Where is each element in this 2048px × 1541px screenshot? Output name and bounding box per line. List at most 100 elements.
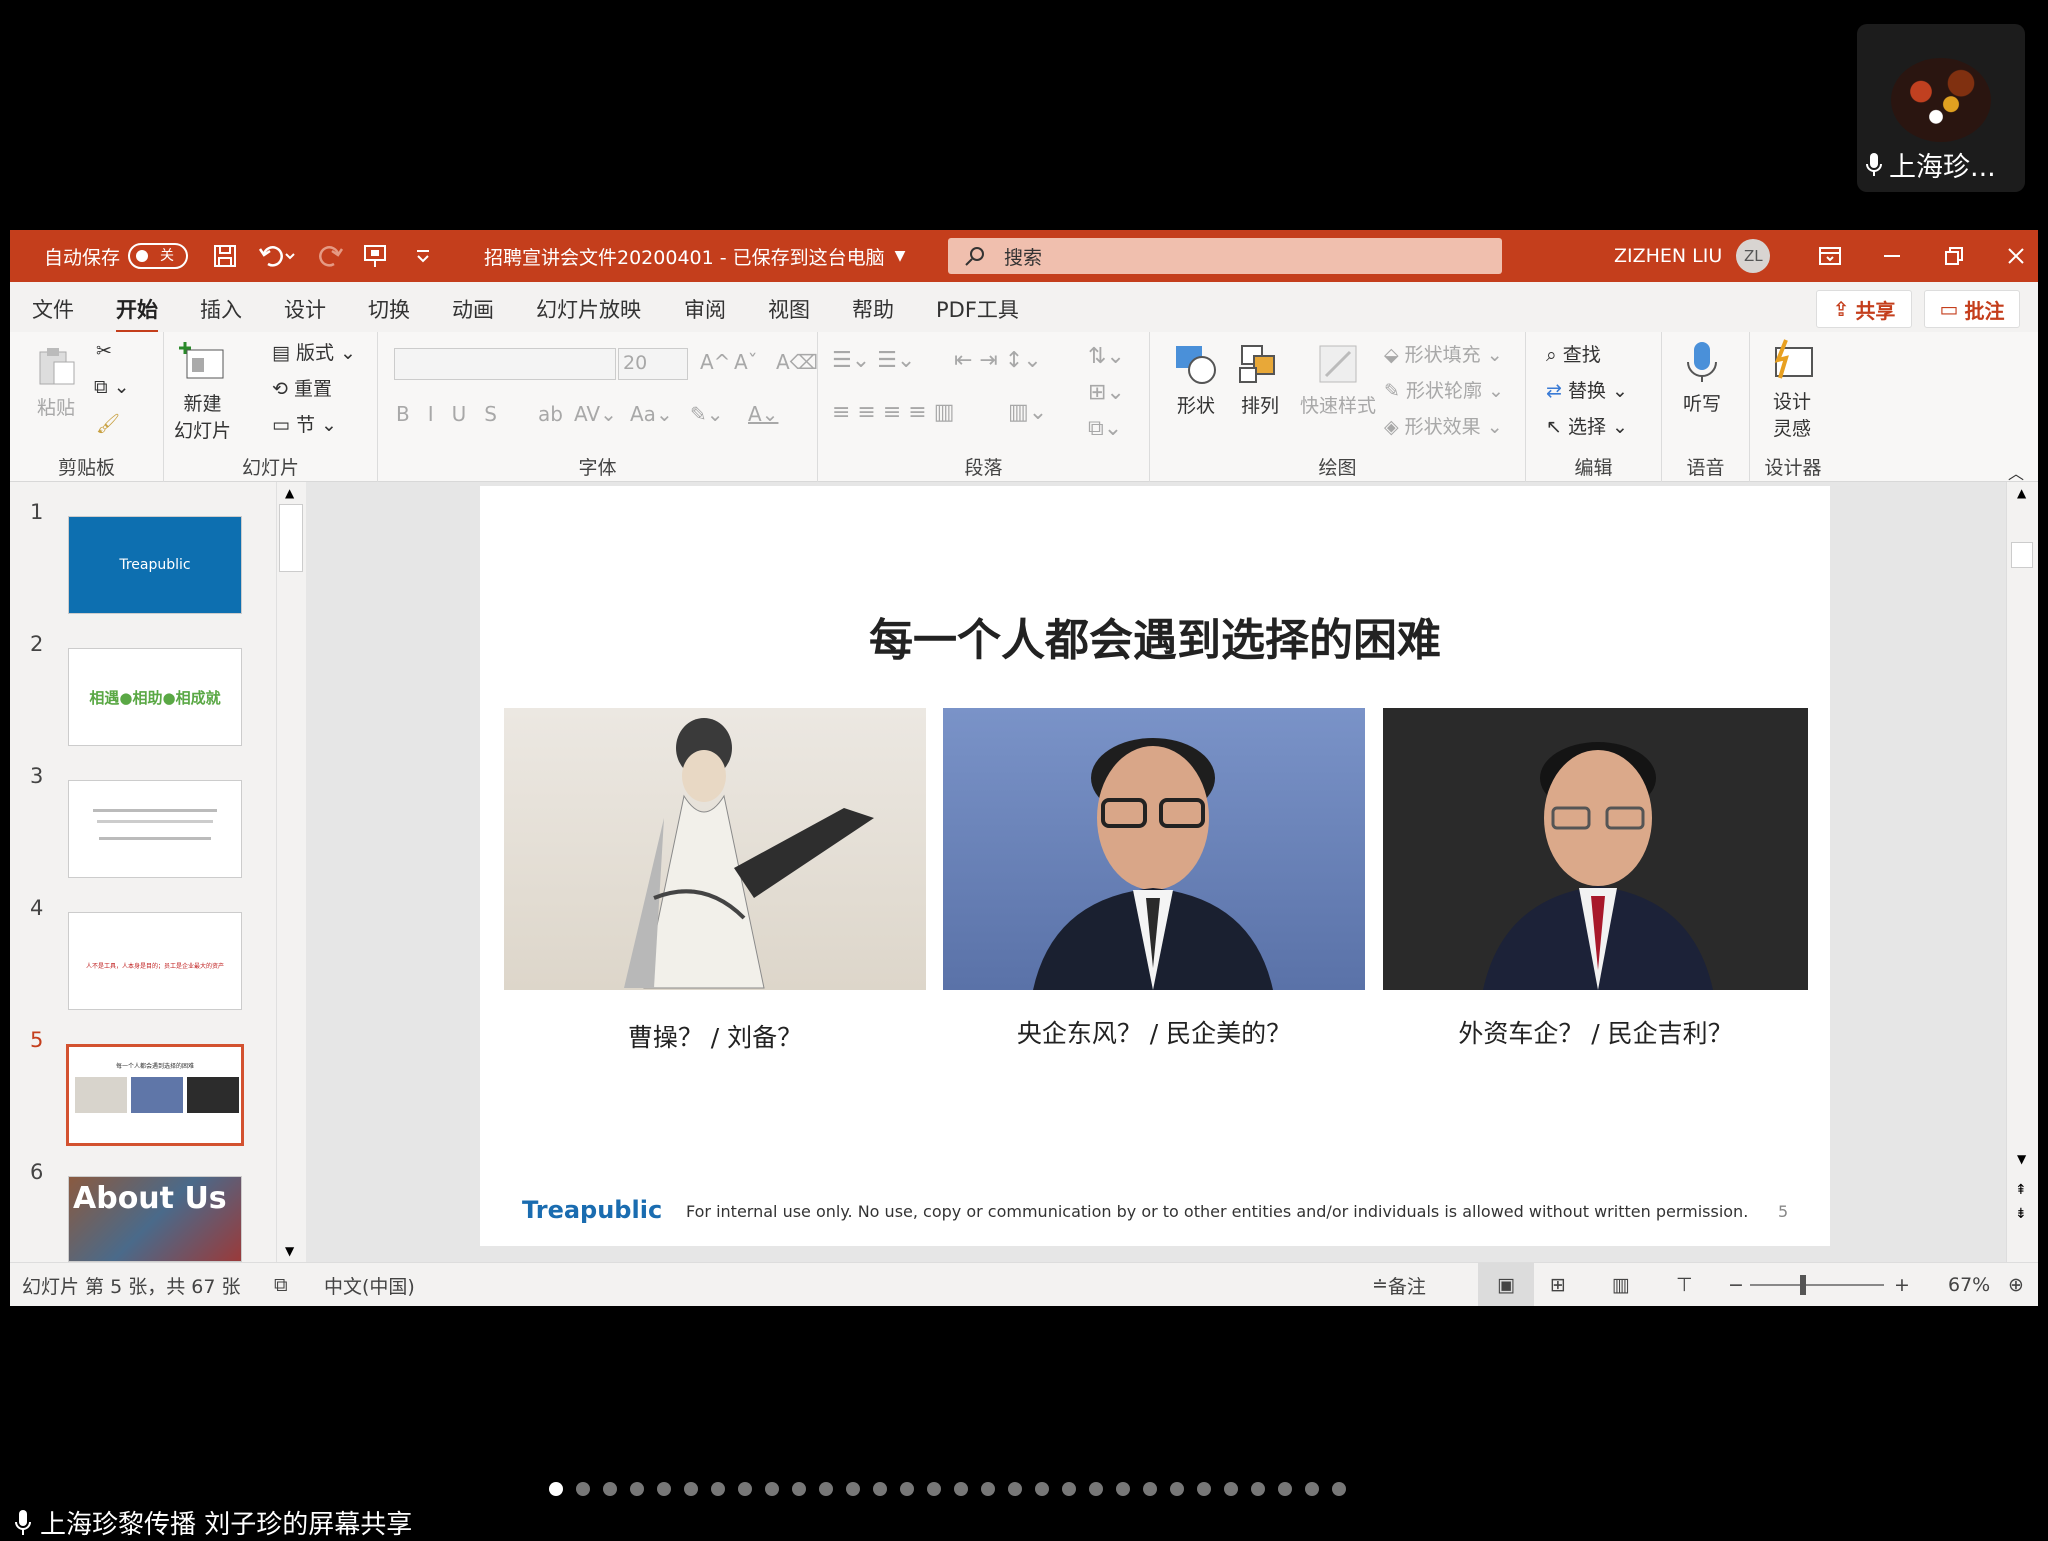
paste-button[interactable]: 粘贴 (34, 344, 78, 420)
page-dot[interactable] (819, 1482, 833, 1496)
scrollbar-thumb[interactable] (2011, 542, 2033, 568)
scroll-down-icon[interactable]: ▼ (285, 1244, 294, 1258)
businessman-photo-2[interactable] (1383, 708, 1808, 990)
scroll-down-icon[interactable]: ▼ (2017, 1152, 2026, 1166)
zoom-thumb[interactable] (1800, 1275, 1806, 1295)
tab-file[interactable]: 文件 (32, 294, 74, 324)
section-button[interactable]: ▭ 节 ⌄ (272, 410, 337, 437)
page-dot[interactable] (1143, 1482, 1157, 1496)
file-title[interactable]: 招聘宣讲会文件20200401 - 已保存到这台电脑 ▼ (484, 230, 905, 282)
tab-help[interactable]: 帮助 (852, 294, 894, 324)
shapes-button[interactable]: 形状 (1172, 342, 1220, 418)
participant-tile[interactable]: 上海珍... (1857, 24, 2025, 192)
reset-button[interactable]: ⟲ 重置 (272, 374, 332, 401)
quick-styles-button[interactable]: 快速样式 (1300, 342, 1376, 418)
normal-view-icon[interactable]: ▣ (1478, 1263, 1534, 1306)
caption-2[interactable]: 央企东风？ / 民企美的？ (943, 1014, 1365, 1050)
thumbnails-scrollbar[interactable]: ▲ ▼ (276, 482, 306, 1262)
find-button[interactable]: ⌕ 查找 (1546, 340, 1601, 367)
copy-icon[interactable]: ⧉ ⌄ (94, 376, 130, 398)
page-dot[interactable] (657, 1482, 671, 1496)
page-dot[interactable] (1224, 1482, 1238, 1496)
accessibility-icon[interactable]: ⧉ (274, 1263, 288, 1306)
design-ideas-button[interactable]: 设计 灵感 (1768, 338, 1816, 441)
present-icon[interactable] (362, 230, 388, 282)
page-dot[interactable] (792, 1482, 806, 1496)
replace-button[interactable]: ⇄ 替换 ⌄ (1546, 376, 1628, 403)
language-indicator[interactable]: 中文(中国) (324, 1263, 415, 1306)
char-spacing-icon[interactable]: AV⌄ (574, 402, 617, 426)
autosave-toggle[interactable]: 关 (128, 243, 189, 269)
shape-outline-button[interactable]: ✎ 形状轮廓 ⌄ (1384, 376, 1504, 403)
comments-button[interactable]: ▭ 批注 (1924, 290, 2020, 328)
reading-view-icon[interactable]: ▥ (1612, 1263, 1630, 1306)
arrange-button[interactable]: 排列 (1236, 342, 1284, 418)
page-dot[interactable] (846, 1482, 860, 1496)
layout-button[interactable]: ▤ 版式 ⌄ (272, 338, 356, 365)
page-dot[interactable] (630, 1482, 644, 1496)
page-dot[interactable] (576, 1482, 590, 1496)
font-family-select[interactable] (394, 348, 616, 380)
page-dot[interactable] (1116, 1482, 1130, 1496)
slide-thumbnail-4[interactable]: 人不是工具，人本身是目的；员工是企业最大的资产 (68, 912, 242, 1010)
page-dot[interactable] (1251, 1482, 1265, 1496)
font-color-icon[interactable]: A⌄ (748, 402, 778, 426)
canvas-scrollbar[interactable]: ▲ ▼ ⇞ ⇟ (2006, 482, 2038, 1262)
page-dot[interactable] (1305, 1482, 1319, 1496)
page-dot[interactable] (954, 1482, 968, 1496)
indent-icon[interactable]: ⇤ ⇥ ↕⌄ (954, 348, 1042, 373)
page-dot[interactable] (873, 1482, 887, 1496)
caocao-illustration[interactable] (504, 708, 926, 990)
save-icon[interactable] (212, 230, 238, 282)
tab-design[interactable]: 设计 (284, 294, 326, 324)
page-dot[interactable] (1062, 1482, 1076, 1496)
shape-fill-button[interactable]: ⬙ 形状填充 ⌄ (1384, 340, 1503, 367)
align-icon[interactable]: ≡ ≡ ≡ ≡ ▥ (832, 400, 955, 425)
slide-sorter-icon[interactable]: ⊞ (1550, 1263, 1566, 1306)
tab-transitions[interactable]: 切换 (368, 294, 410, 324)
slide-thumbnail-2[interactable]: 相遇●相助●相成就 (68, 648, 242, 746)
smartart-icon[interactable]: ⧉⌄ (1088, 416, 1122, 441)
bullets-icon[interactable]: ☰⌄ ☰⌄ (832, 348, 915, 373)
scroll-up-icon[interactable]: ▲ (2017, 486, 2026, 500)
ribbon-display-options-icon[interactable] (1818, 230, 1842, 282)
slide-thumbnail-1[interactable]: Treapublic (68, 516, 242, 614)
highlight-icon[interactable]: ✎⌄ (690, 402, 724, 426)
close-icon[interactable] (2006, 230, 2026, 282)
slide-thumbnail-5[interactable]: 每一个人都会遇到选择的困难 (66, 1044, 244, 1146)
notes-button[interactable]: ≐ 备注 (1372, 1263, 1426, 1306)
businessman-photo-1[interactable] (943, 708, 1365, 990)
page-dot[interactable] (1332, 1482, 1346, 1496)
customize-toolbar-icon[interactable] (414, 230, 432, 282)
page-dot[interactable] (711, 1482, 725, 1496)
tab-view[interactable]: 视图 (768, 294, 810, 324)
tab-home[interactable]: 开始 (116, 294, 158, 334)
change-case-icon[interactable]: Aa⌄ (630, 402, 673, 426)
restore-icon[interactable] (1944, 230, 1964, 282)
page-dot[interactable] (549, 1482, 563, 1496)
zoom-in-icon[interactable]: + (1894, 1263, 1910, 1306)
previous-slide-icon[interactable]: ⇞ (2015, 1182, 2027, 1198)
undo-icon[interactable] (258, 230, 296, 282)
slide[interactable]: 每一个人都会遇到选择的困难 曹操？ / 刘备？ 央企东风？ / 民企美的？ 外资… (480, 486, 1830, 1246)
tab-animations[interactable]: 动画 (452, 294, 494, 324)
shape-effects-button[interactable]: ◈ 形状效果 ⌄ (1384, 412, 1503, 439)
columns-icon[interactable]: ▥⌄ (1008, 400, 1047, 425)
page-dot[interactable] (1197, 1482, 1211, 1496)
text-direction-icon[interactable]: ⇅⌄ (1088, 344, 1125, 369)
select-button[interactable]: ↖ 选择 ⌄ (1546, 412, 1628, 439)
dictate-button[interactable]: 听写 (1680, 340, 1724, 416)
page-dot[interactable] (603, 1482, 617, 1496)
page-dot[interactable] (981, 1482, 995, 1496)
clear-format-icon[interactable]: A⌫ (776, 350, 818, 374)
caption-3[interactable]: 外资车企？ / 民企吉利？ (1383, 1014, 1808, 1050)
autosave[interactable]: 自动保存 关 (44, 230, 189, 282)
tab-slideshow[interactable]: 幻灯片放映 (536, 294, 641, 324)
zoom-level[interactable]: 67% (1948, 1263, 1990, 1306)
page-dot[interactable] (1089, 1482, 1103, 1496)
font-size-select[interactable]: 20 (618, 348, 688, 380)
page-dot[interactable] (1170, 1482, 1184, 1496)
search-box[interactable]: 搜索 (948, 238, 1502, 274)
cut-icon[interactable]: ✂ (96, 340, 112, 362)
page-dot[interactable] (900, 1482, 914, 1496)
